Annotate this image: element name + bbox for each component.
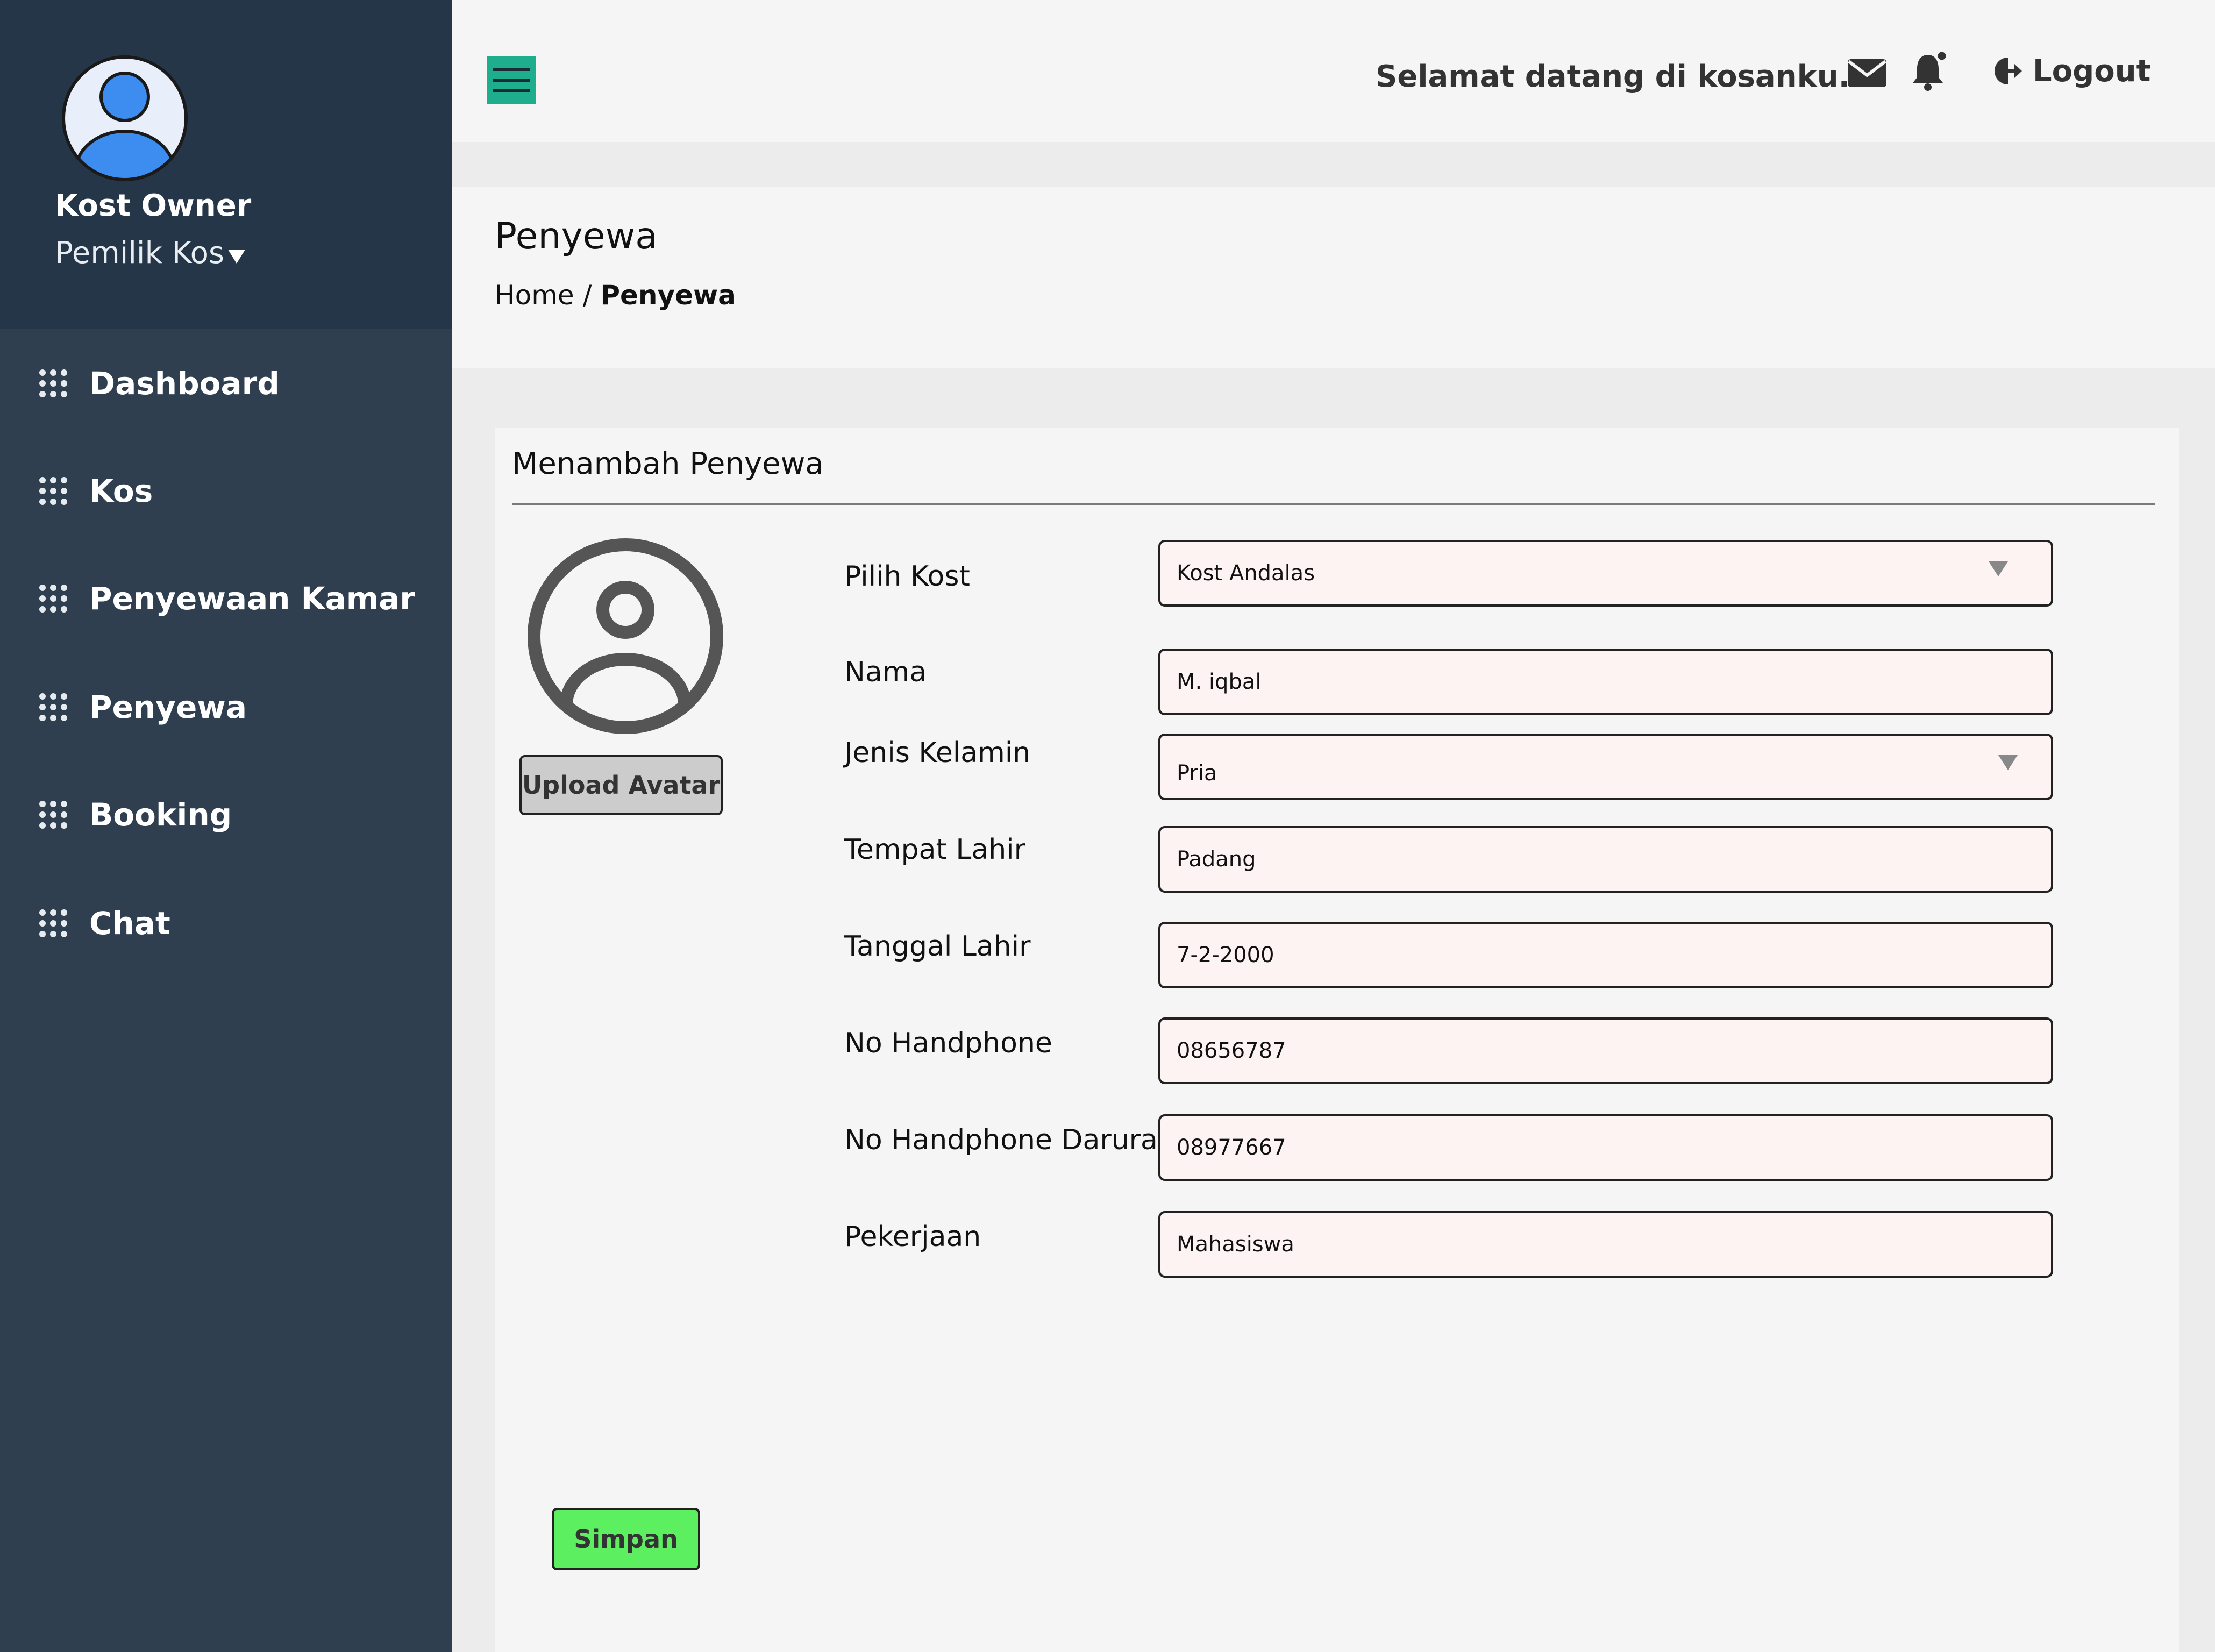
sidebar-item-label: Booking (89, 796, 232, 833)
emergency-phone-field-value: 08977667 (1177, 1135, 1286, 1160)
sidebar-item-label: Penyewa (89, 689, 247, 725)
avatar[interactable] (60, 54, 189, 183)
emergency-phone-field[interactable]: 08977667 (1158, 1114, 2053, 1181)
bell-icon[interactable] (1911, 51, 1949, 91)
dots-grid-icon (38, 583, 69, 614)
breadcrumb-current: Penyewa (600, 280, 736, 311)
sidebar-item-penyewaan-kamar[interactable]: Penyewaan Kamar (38, 569, 436, 628)
logout-button[interactable]: Logout (1990, 52, 2150, 90)
mail-icon[interactable] (1847, 57, 1888, 89)
dots-grid-icon (38, 692, 69, 723)
no-handphone-field[interactable]: 08656787 (1158, 1017, 2053, 1084)
dropdown-arrow-icon (1989, 561, 2008, 576)
sidebar-item-label: Chat (89, 905, 170, 942)
breadcrumb-home[interactable]: Home (495, 280, 574, 311)
form-title: Menambah Penyewa (512, 446, 824, 481)
chevron-down-icon[interactable] (227, 248, 246, 265)
field-label-tempat-lahir: Tempat Lahir (844, 834, 1025, 866)
field-label-pilih-kost: Pilih Kost (844, 560, 970, 593)
field-label-nama: Nama (844, 656, 927, 688)
hamburger-icon[interactable] (487, 56, 536, 104)
sidebar-item-kos[interactable]: Kos (38, 461, 436, 521)
pekerjaan-field[interactable]: Mahasiswa (1158, 1211, 2053, 1278)
no-handphone-field-value: 08656787 (1177, 1038, 1286, 1063)
breadcrumb: Home / Penyewa (495, 280, 736, 311)
sidebar-item-label: Kos (89, 473, 153, 509)
sidebar-item-penyewa[interactable]: Penyewa (38, 678, 436, 737)
user-name: Kost Owner (55, 188, 252, 223)
user-placeholder-icon (528, 538, 723, 734)
dots-grid-icon (38, 368, 69, 399)
tanggal-lahir-field-value: 7-2-2000 (1177, 943, 1274, 967)
divider (512, 503, 2155, 505)
sidebar-item-chat[interactable]: Chat (38, 894, 436, 953)
page-header (452, 187, 2215, 368)
gender-select-value: Pria (1177, 761, 1217, 786)
kost-select[interactable]: Kost Andalas (1158, 540, 2053, 607)
dropdown-arrow-icon (1998, 755, 2018, 770)
gender-select[interactable]: Pria (1158, 734, 2053, 800)
nama-field-value: M. iqbal (1177, 670, 1262, 694)
sidebar-item-booking[interactable]: Booking (38, 785, 436, 844)
top-bar (452, 0, 2215, 142)
save-button[interactable]: Simpan (552, 1508, 700, 1570)
tempat-lahir-field[interactable]: Padang (1158, 826, 2053, 893)
sidebar-item-label: Dashboard (89, 365, 280, 402)
logout-label: Logout (2033, 53, 2151, 89)
field-label-no-handphone-darurat: No Handphone Darurat (844, 1124, 1169, 1156)
kost-select-value: Kost Andalas (1177, 561, 1315, 586)
dots-grid-icon (38, 799, 69, 830)
field-label-no-handphone: No Handphone (844, 1027, 1052, 1059)
welcome-message: Selamat datang di kosanku.... (1376, 59, 1884, 94)
tempat-lahir-field-value: Padang (1177, 847, 1256, 872)
page-title: Penyewa (495, 215, 658, 258)
tanggal-lahir-field[interactable]: 7-2-2000 (1158, 922, 2053, 988)
upload-avatar-button[interactable]: Upload Avatar (519, 755, 723, 815)
field-label-jenis-kelamin: Jenis Kelamin (844, 737, 1031, 769)
dots-grid-icon (38, 908, 69, 939)
field-label-tanggal-lahir: Tanggal Lahir (844, 930, 1031, 963)
logout-icon (1995, 58, 2022, 84)
sidebar-item-label: Penyewaan Kamar (89, 580, 415, 617)
field-label-pekerjaan: Pekerjaan (844, 1221, 981, 1253)
breadcrumb-separator: / (582, 280, 592, 311)
nama-field[interactable]: M. iqbal (1158, 649, 2053, 715)
dots-grid-icon (38, 475, 69, 507)
user-role: Pemilik Kos (55, 236, 225, 270)
pekerjaan-field-value: Mahasiswa (1177, 1232, 1294, 1257)
sidebar-item-dashboard[interactable]: Dashboard (38, 354, 436, 413)
